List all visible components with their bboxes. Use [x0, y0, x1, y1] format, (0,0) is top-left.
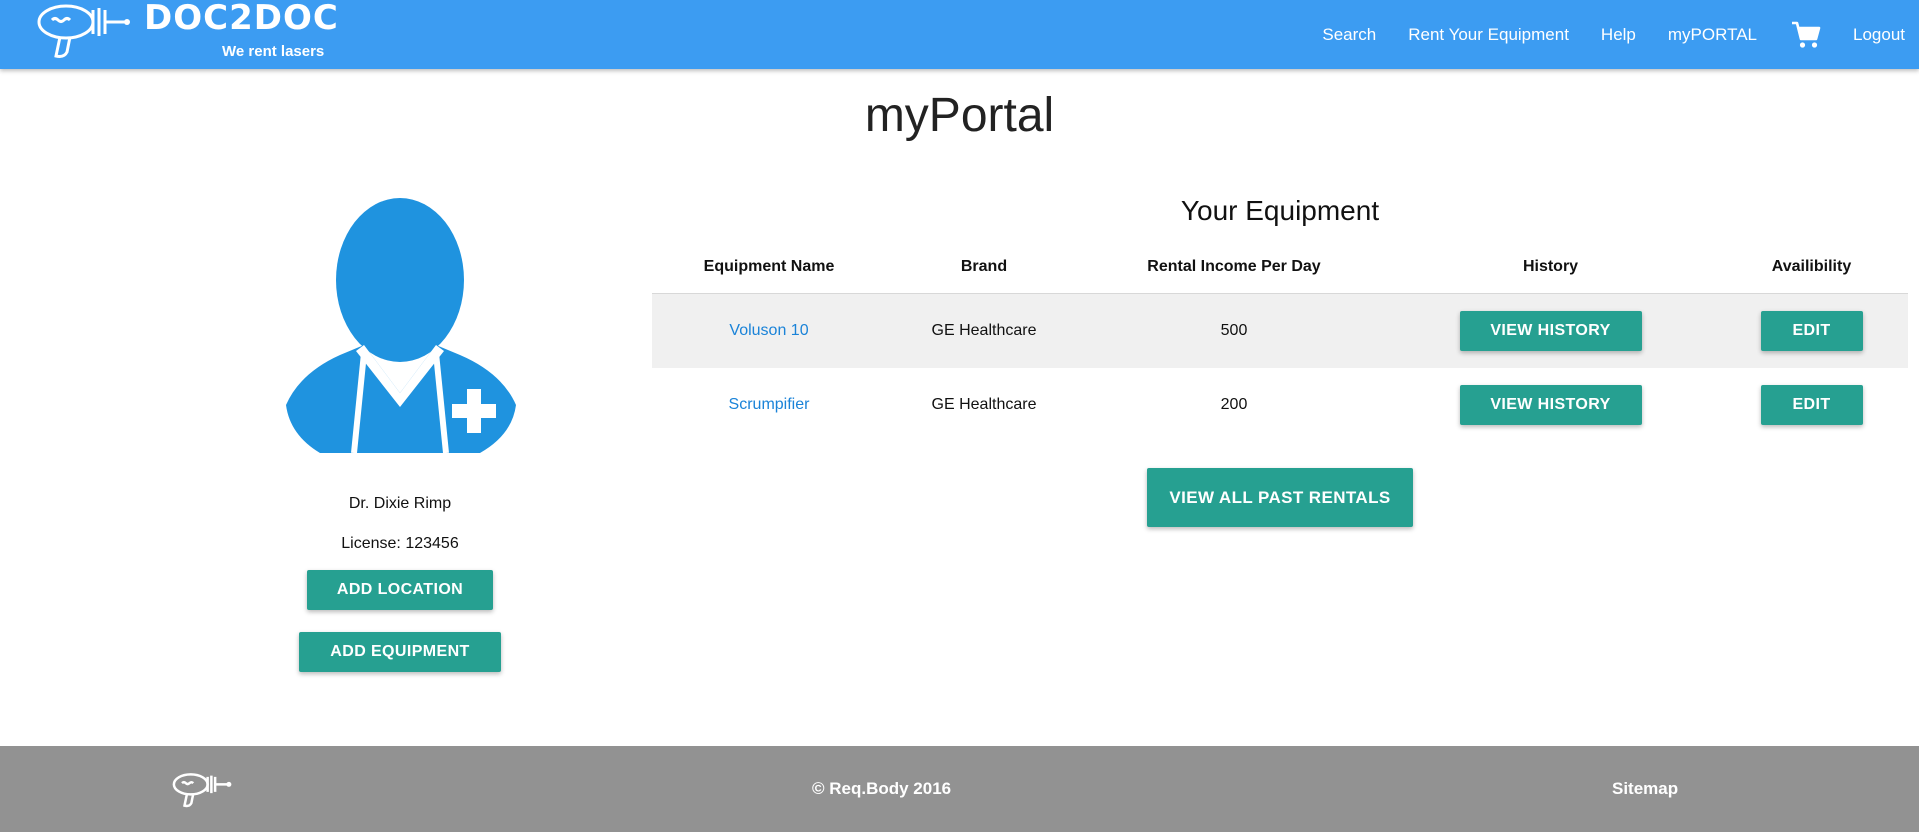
edit-availability-button[interactable]: EDIT — [1760, 385, 1863, 425]
add-equipment-button[interactable]: ADD EQUIPMENT — [299, 632, 501, 672]
brand-logo-link[interactable]: DOC2DOC We rent lasers — [36, 0, 356, 69]
page-title: myPortal — [864, 89, 1055, 142]
top-navbar: DOC2DOC We rent lasers Search Rent Your … — [0, 0, 1919, 69]
view-history-button[interactable]: VIEW HISTORY — [1459, 311, 1642, 351]
equipment-table: Equipment Name Brand Rental Income Per D… — [652, 241, 1908, 442]
equipment-income: 500 — [1220, 322, 1248, 339]
footer-copyright: © Req.Body 2016 — [812, 779, 952, 798]
brand-name: DOC2DOC — [144, 0, 339, 38]
add-location-button[interactable]: ADD LOCATION — [307, 570, 493, 610]
view-all-past-rentals-button[interactable]: VIEW ALL PAST RENTALS — [1147, 468, 1413, 527]
footer-sitemap-link[interactable]: Sitemap — [1612, 779, 1678, 799]
brand-tagline: We rent lasers — [222, 43, 325, 60]
equipment-brand: GE Healthcare — [931, 396, 1037, 413]
equipment-brand: GE Healthcare — [931, 322, 1037, 339]
column-header-equipment-name: Equipment Name — [703, 258, 835, 275]
nav-menu: Search Rent Your Equipment Help myPORTAL… — [1290, 0, 1905, 69]
equipment-name-link[interactable]: Voluson 10 — [729, 322, 808, 339]
footer-laser-logo-icon[interactable] — [172, 770, 232, 810]
profile-license: License: 123456 — [341, 535, 459, 552]
edit-availability-button[interactable]: EDIT — [1760, 311, 1863, 351]
footer: © Req.Body 2016 Sitemap — [0, 746, 1919, 832]
nav-rent-equipment-link[interactable]: Rent Your Equipment — [1408, 25, 1569, 45]
laser-logo-icon — [37, 4, 130, 58]
view-history-button[interactable]: VIEW HISTORY — [1459, 385, 1642, 425]
nav-search-link[interactable]: Search — [1322, 25, 1376, 45]
nav-logout-link[interactable]: Logout — [1853, 25, 1905, 45]
table-header-row: Equipment Name Brand Rental Income Per D… — [652, 241, 1908, 294]
equipment-section-title: Your Equipment — [1180, 195, 1380, 226]
nav-myportal-link[interactable]: myPORTAL — [1668, 25, 1757, 45]
column-header-rental-income: Rental Income Per Day — [1147, 258, 1321, 275]
equipment-section: Your Equipment Equipment Name Brand Rent… — [652, 195, 1908, 527]
table-row: Voluson 10 GE Healthcare 500 VIEW HISTOR… — [652, 293, 1908, 368]
column-header-availability: Availibility — [1771, 258, 1852, 275]
column-header-history: History — [1522, 258, 1579, 275]
shopping-cart-icon[interactable] — [1791, 21, 1821, 49]
equipment-name-link[interactable]: Scrumpifier — [729, 396, 810, 413]
doctor-avatar-icon — [286, 198, 516, 454]
table-row: Scrumpifier GE Healthcare 200 VIEW HISTO… — [652, 368, 1908, 442]
profile-panel: Dr. Dixie Rimp License: 123456 ADD LOCAT… — [240, 195, 560, 672]
nav-help-link[interactable]: Help — [1601, 25, 1636, 45]
equipment-income: 200 — [1220, 396, 1248, 413]
profile-name: Dr. Dixie Rimp — [348, 495, 452, 512]
column-header-brand: Brand — [960, 258, 1008, 275]
